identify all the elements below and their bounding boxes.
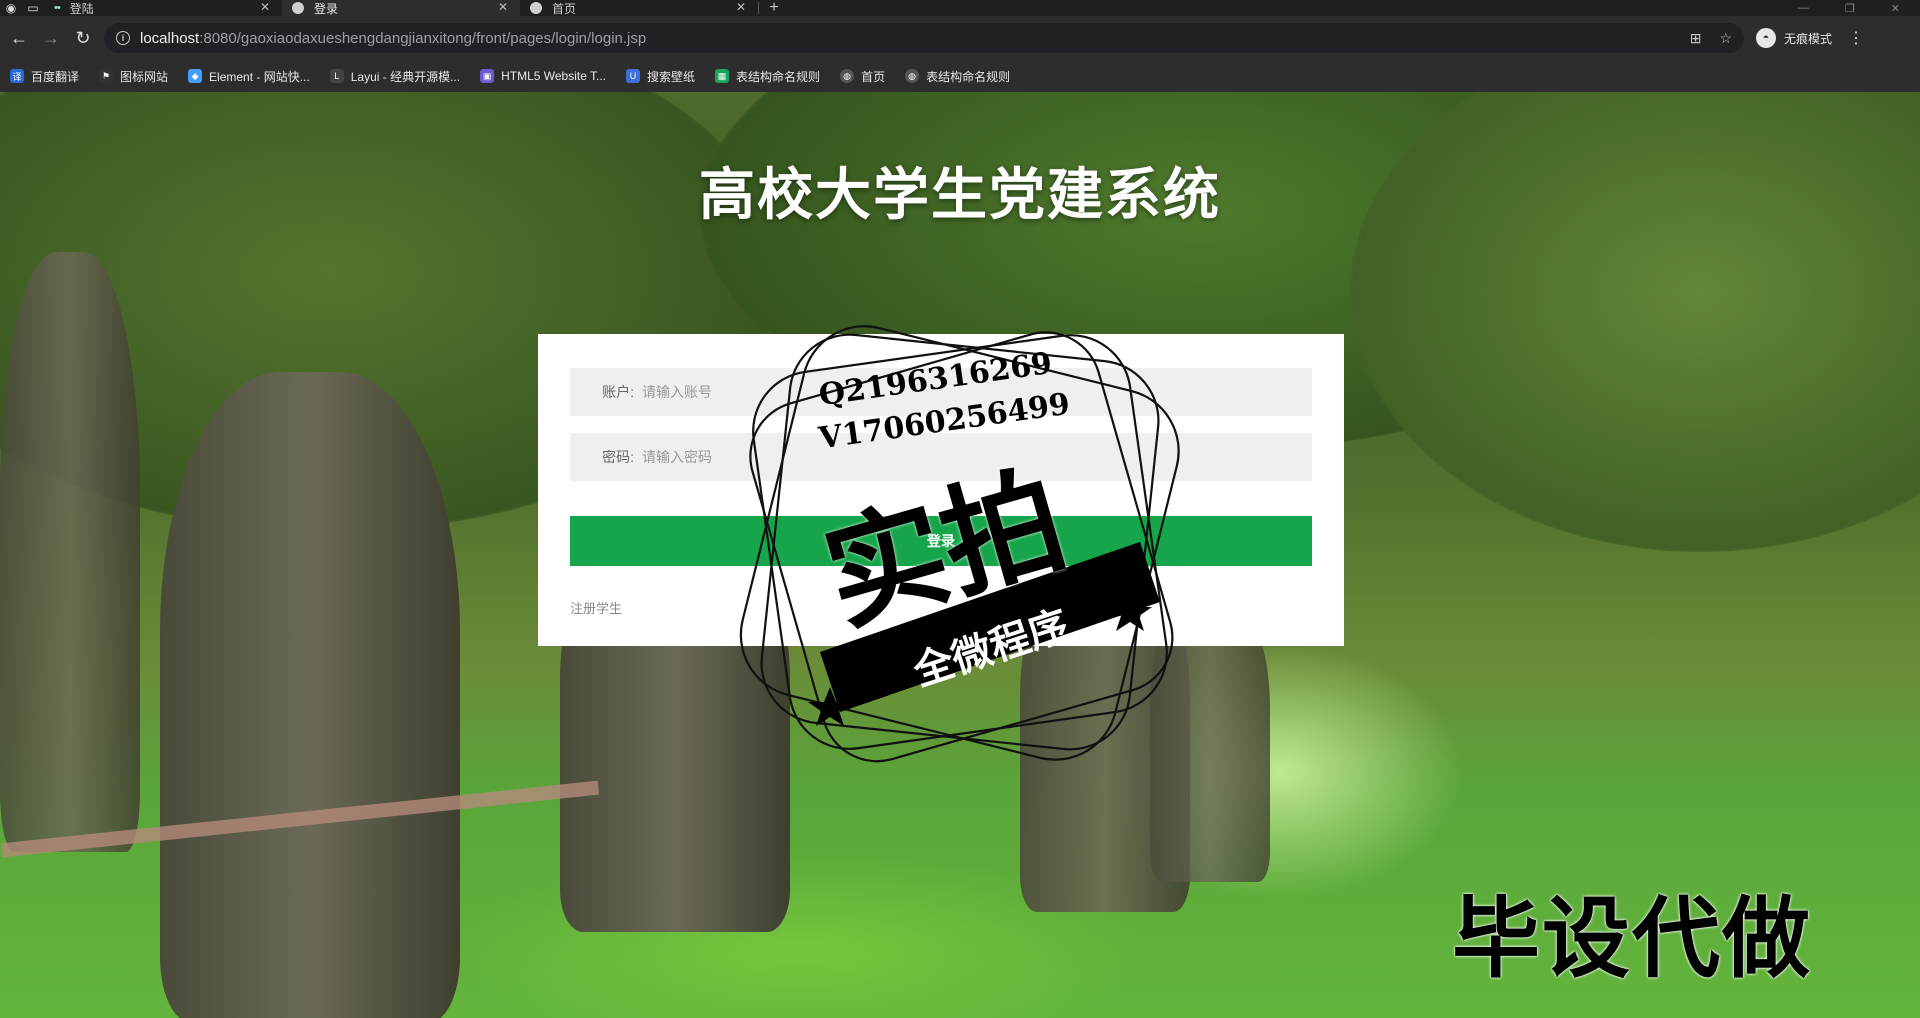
close-icon[interactable]: ✕ <box>736 0 746 14</box>
tab-overview-icon[interactable]: ▭ <box>22 0 44 16</box>
bookmark-0[interactable]: 译百度翻译 <box>10 68 79 85</box>
bookmark-label: Element - 网站快... <box>209 69 310 84</box>
new-tab-icon[interactable]: + <box>759 0 789 16</box>
minimize-icon[interactable]: — <box>1798 2 1809 14</box>
tab-title: 登录 <box>314 1 339 16</box>
bookmark-8[interactable]: ◍ 表结构命名规则 <box>905 68 1010 85</box>
tab-title: 首页 <box>552 1 577 16</box>
globe-favicon-icon <box>530 2 542 14</box>
sheet-icon: ▦ <box>715 69 730 83</box>
globe-icon: ◍ <box>905 69 920 83</box>
bookmark-4[interactable]: ▣ HTML5 Website T... <box>480 69 606 83</box>
bookmark-star-icon[interactable]: ☆ <box>1719 30 1732 47</box>
wallpaper-icon: U <box>626 69 641 83</box>
tab-0[interactable]: •• 登陆 ✕ <box>44 0 282 16</box>
reload-icon[interactable]: ↻ <box>70 25 96 51</box>
bookmark-3[interactable]: L Layui - 经典开源模... <box>329 68 461 85</box>
url-host: localhost <box>140 29 200 47</box>
translate-icon[interactable]: ⊞ <box>1690 30 1702 47</box>
tab-strip: ◉ ▭ •• 登陆 ✕ 登录 ✕ 首页 ✕ + — ❐ ✕ <box>0 0 1920 16</box>
flag-icon: ⚑ <box>99 69 114 83</box>
account-label: 账户: <box>602 384 634 400</box>
tab-1[interactable]: 登录 ✕ <box>282 0 520 16</box>
back-icon[interactable]: ← <box>6 25 32 51</box>
globe-icon: ◍ <box>840 69 855 83</box>
element-icon: ◆ <box>188 69 203 83</box>
close-icon[interactable]: ✕ <box>498 0 508 14</box>
tree-trunk <box>0 252 140 852</box>
password-label: 密码: <box>602 449 634 465</box>
bookmark-1[interactable]: ⚑ 图标网站 <box>99 68 168 85</box>
dots-favicon-icon: •• <box>54 2 61 14</box>
close-icon[interactable]: ✕ <box>260 0 270 14</box>
bookmark-label: Layui - 经典开源模... <box>350 69 461 84</box>
layui-icon: L <box>329 69 344 83</box>
bookmark-label: 搜索壁纸 <box>647 69 696 84</box>
bookmark-label: 表结构命名规则 <box>926 69 1011 84</box>
globe-favicon-icon <box>292 2 304 14</box>
browser-toolbar: ← → ↻ i localhost:8080/gaoxiaodaxuesheng… <box>0 16 1920 60</box>
bookmark-2[interactable]: ◆ Element - 网站快... <box>188 68 310 85</box>
page-title: 高校大学生党建系统 <box>699 163 1221 226</box>
bookmark-7[interactable]: ◍ 首页 <box>840 68 885 85</box>
incognito-icon: ◓ <box>1756 28 1776 48</box>
translate-icon: 译 <box>10 69 24 83</box>
bookmark-label: 百度翻译 <box>31 69 80 84</box>
tab-search-icon[interactable]: ◉ <box>0 0 22 16</box>
close-window-icon[interactable]: ✕ <box>1891 2 1900 15</box>
bookmark-label: 表结构命名规则 <box>736 69 821 84</box>
kebab-menu-icon[interactable]: ⋮ <box>1848 28 1864 48</box>
corner-watermark: 毕设代做 <box>1452 889 1813 988</box>
forward-icon[interactable]: → <box>38 25 64 51</box>
bookmark-label: HTML5 Website T... <box>501 69 607 83</box>
bookmarks-bar: 译百度翻译 ⚑ 图标网站 ◆ Element - 网站快... L Layui - 经… <box>0 60 1920 92</box>
tab-title: 登陆 <box>69 1 94 16</box>
url-path: :8080/gaoxiaodaxueshengdangjianxitong/fr… <box>199 29 647 47</box>
profile-label: 无痕模式 <box>1784 31 1833 46</box>
restore-icon[interactable]: ❐ <box>1845 2 1855 15</box>
info-icon[interactable]: i <box>116 31 130 45</box>
bookmark-label: 首页 <box>861 69 886 84</box>
bookmark-label: 图标网站 <box>120 69 169 84</box>
bookmark-5[interactable]: U 搜索壁纸 <box>626 68 695 85</box>
html5-icon: ▣ <box>480 69 495 83</box>
window-controls: — ❐ ✕ <box>1798 0 1920 16</box>
login-page-background: 高校大学生党建系统 账户: 密码: 登录 注册学生 Q2196316269 V1… <box>0 92 1920 1018</box>
incognito-profile[interactable]: ◓ 无痕模式 <box>1756 28 1832 48</box>
tree-trunk <box>160 372 460 1018</box>
tab-2[interactable]: 首页 ✕ <box>520 0 758 16</box>
address-bar[interactable]: i localhost:8080/gaoxiaodaxueshengdangji… <box>104 23 1744 53</box>
bookmark-6[interactable]: ▦ 表结构命名规则 <box>715 68 820 85</box>
